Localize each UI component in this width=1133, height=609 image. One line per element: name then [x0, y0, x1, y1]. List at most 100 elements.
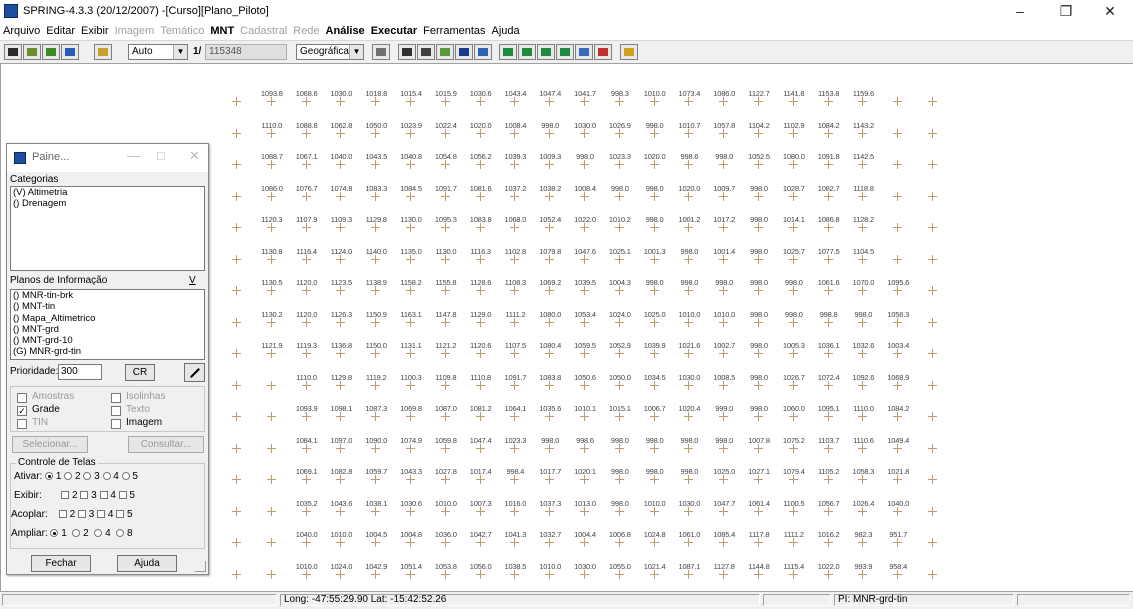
grid-value: 1097.0 — [330, 435, 353, 445]
acoplar-checkbox-3-label: 3 — [88, 509, 95, 520]
exibir-checkbox-5[interactable] — [118, 491, 127, 500]
pan-icon[interactable] — [398, 44, 416, 60]
tin-checkbox[interactable] — [17, 419, 27, 429]
prioridade-input[interactable]: 300 — [58, 364, 102, 380]
forward-icon[interactable] — [594, 44, 612, 60]
panel-minimize-button[interactable]: — — [127, 148, 140, 163]
exibir-checkbox-2[interactable] — [61, 491, 70, 500]
menu-mnt[interactable]: MNT — [207, 25, 237, 37]
acoplar-checkbox-4[interactable] — [97, 510, 106, 519]
grid-icon[interactable] — [372, 44, 390, 60]
ativar-radio-1[interactable] — [45, 472, 54, 481]
acoplar-checkbox-2[interactable] — [58, 510, 67, 519]
ativar-radio-3[interactable] — [83, 472, 92, 481]
amostras-checkbox[interactable] — [17, 393, 27, 403]
categorias-list[interactable]: (V) Altimetria () Drenagem — [10, 186, 205, 271]
panel-title-bar[interactable]: Paine... — □ ✕ — [7, 144, 208, 172]
ajuda-button[interactable]: Ajuda — [117, 555, 177, 572]
ampliar-radio-1[interactable] — [50, 529, 59, 538]
menu-editar[interactable]: Editar — [43, 25, 78, 37]
line-icon[interactable] — [499, 44, 517, 60]
maximize-button[interactable]: ❐ — [1043, 0, 1089, 22]
measure-icon[interactable] — [518, 44, 536, 60]
ativar-radio-2[interactable] — [64, 472, 73, 481]
list-item[interactable]: () Mapa_Altimetrico — [11, 313, 204, 324]
grid-value: 1129.8 — [365, 215, 387, 224]
scale-field[interactable]: 115348 — [205, 44, 287, 60]
menu-an-lise[interactable]: Análise — [323, 25, 368, 37]
projection-select[interactable]: Geográficas ▼ — [296, 44, 364, 60]
grid-point-marker — [893, 128, 903, 138]
resize-grip-icon[interactable] — [195, 561, 206, 572]
menu-exibir[interactable]: Exibir — [78, 25, 112, 37]
minimize-button[interactable]: – — [997, 0, 1043, 22]
cr-button[interactable]: CR — [125, 364, 155, 381]
list-item[interactable]: () MNR-tin-brk — [11, 290, 204, 301]
consultar-button[interactable]: Consultar... — [128, 436, 204, 453]
zoom-icon[interactable] — [436, 44, 454, 60]
fechar-button[interactable]: Fechar — [31, 555, 91, 572]
info-icon[interactable] — [455, 44, 473, 60]
ampliar-radio-8[interactable] — [116, 529, 125, 538]
list-item[interactable]: (V) Altimetria — [11, 187, 204, 198]
list-item[interactable]: () MNT-grd — [11, 324, 204, 335]
ativar-radio-4[interactable] — [102, 472, 111, 481]
texto-checkbox[interactable] — [111, 406, 121, 416]
zoom-mode-select[interactable]: Auto ▼ — [128, 44, 188, 60]
grid-value: 1059.5 — [574, 341, 596, 350]
menu-imagem[interactable]: Imagem — [112, 25, 158, 37]
grid-point-marker — [719, 443, 729, 453]
draw-color-button[interactable] — [184, 363, 205, 382]
help-icon[interactable] — [620, 44, 638, 60]
menu-ferramentas[interactable]: Ferramentas — [420, 25, 488, 37]
ampliar-radio-4[interactable] — [94, 529, 103, 538]
menu-rede[interactable]: Rede — [290, 25, 322, 37]
menu-executar[interactable]: Executar — [368, 25, 420, 37]
grade-checkbox[interactable]: ✓ — [17, 406, 27, 416]
toolbar: Auto ▼ 1/ 115348 Geográficas ▼ — [0, 40, 1133, 64]
cursor-icon[interactable] — [474, 44, 492, 60]
exibir-checkbox-3[interactable] — [80, 491, 89, 500]
grid-value: 1104.5 — [852, 246, 874, 256]
ativar-radio-5[interactable] — [121, 472, 130, 481]
color-icon[interactable] — [42, 44, 60, 60]
list-item[interactable]: (G) MNR-grd-tin — [11, 346, 204, 357]
isolinhas-checkbox[interactable] — [111, 393, 121, 403]
grid-value: 998.0 — [645, 120, 664, 130]
menu-ajuda[interactable]: Ajuda — [489, 25, 523, 37]
grid-value: 1109.3 — [330, 215, 352, 224]
grid-point-marker — [336, 475, 346, 484]
planos-toggle-button[interactable]: V — [189, 275, 196, 286]
tool-icon[interactable] — [94, 44, 112, 60]
menu-tem-tico[interactable]: Temático — [157, 25, 207, 37]
split-icon[interactable] — [556, 44, 574, 60]
acoplar-checkbox-3[interactable] — [77, 510, 86, 519]
legend-icon[interactable] — [23, 44, 41, 60]
close-button[interactable]: ✕ — [1087, 0, 1133, 22]
chevron-down-icon: ▼ — [349, 45, 363, 59]
add-icon[interactable] — [417, 44, 435, 60]
list-item[interactable]: () MNT-tin — [11, 301, 204, 312]
list-item[interactable]: () Drenagem — [11, 198, 204, 209]
ampliar-radio-2[interactable] — [72, 529, 81, 538]
back-icon[interactable] — [575, 44, 593, 60]
selecionar-button[interactable]: Selecionar... — [12, 436, 88, 453]
view-icon[interactable] — [4, 44, 22, 60]
imagem-checkbox[interactable] — [111, 419, 121, 429]
list-item[interactable]: () MNT-grd-10 — [11, 335, 204, 346]
draw-icon[interactable] — [61, 44, 79, 60]
menu-cadastral[interactable]: Cadastral — [237, 25, 290, 37]
grid-point-marker — [266, 569, 276, 579]
planos-list[interactable]: () MNR-tin-brk () MNT-tin () Mapa_Altime… — [10, 289, 205, 360]
acoplar-checkbox-5[interactable] — [116, 510, 125, 519]
edit-icon[interactable] — [537, 44, 555, 60]
grid-value: 1130.0 — [435, 246, 457, 256]
grid-value: 1022.0 — [817, 561, 840, 571]
grid-value: 1039.9 — [643, 341, 666, 350]
menu-arquivo[interactable]: Arquivo — [0, 25, 43, 37]
exibir-checkbox-4[interactable] — [99, 491, 108, 500]
grid-value: 1050.6 — [574, 372, 596, 382]
panel-close-button[interactable]: ✕ — [189, 148, 200, 164]
grid-value: 998.0 — [784, 278, 803, 287]
panel-maximize-button[interactable]: □ — [157, 148, 165, 163]
